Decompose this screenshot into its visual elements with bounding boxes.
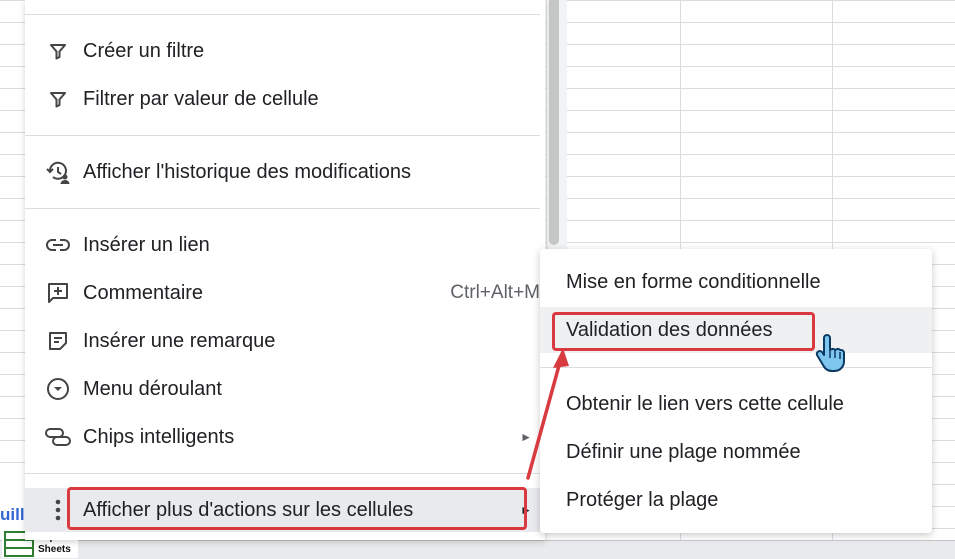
scrollbar-thumb[interactable] bbox=[549, 0, 559, 245]
submenu-separator bbox=[540, 367, 932, 368]
menu-item-label: Insérer un lien bbox=[83, 233, 210, 256]
submenu-item-label: Protéger la plage bbox=[566, 488, 719, 511]
hand-cursor-icon bbox=[814, 334, 846, 379]
comment-shortcut: Ctrl+Alt+M bbox=[450, 282, 540, 303]
context-menu: Créer un filtre Filtrer par valeur de ce… bbox=[25, 0, 545, 540]
filter-icon bbox=[45, 38, 71, 64]
submenu-item-label: Définir une plage nommée bbox=[566, 440, 801, 463]
cell-actions-submenu: Mise en forme conditionnelle Validation … bbox=[540, 249, 932, 533]
menu-item-smart-chips[interactable]: Chips intelligents ► bbox=[25, 415, 540, 459]
comment-add-icon bbox=[45, 280, 71, 306]
menu-item-label: Créer un filtre bbox=[83, 39, 205, 62]
annotation-highlight-box bbox=[67, 487, 527, 530]
annotation-highlight-box bbox=[552, 312, 815, 351]
submenu-arrow-icon: ► bbox=[520, 430, 532, 444]
filter-icon bbox=[45, 86, 71, 112]
chart-fragment: uill bbox=[0, 505, 25, 524]
menu-item-dropdown[interactable]: Menu déroulant bbox=[25, 367, 540, 411]
menu-item-label: Chips intelligents bbox=[83, 425, 235, 448]
submenu-item-define-named-range[interactable]: Définir une plage nommée bbox=[540, 429, 932, 475]
smart-chip-icon bbox=[45, 424, 71, 450]
submenu-item-get-cell-link[interactable]: Obtenir le lien vers cette cellule bbox=[540, 381, 932, 427]
history-icon bbox=[45, 159, 71, 185]
menu-item-label: Filtrer par valeur de cellule bbox=[83, 87, 319, 110]
submenu-item-protect-range[interactable]: Protéger la plage bbox=[540, 477, 932, 523]
menu-item-create-filter[interactable]: Créer un filtre bbox=[25, 29, 540, 73]
logo-line2: Sheets bbox=[38, 543, 71, 555]
sheet-tabs-bar bbox=[0, 540, 955, 559]
menu-item-label: Afficher l'historique des modifications bbox=[83, 160, 412, 183]
menu-item-label: Commentaire bbox=[83, 281, 204, 304]
menu-separator bbox=[25, 135, 540, 136]
submenu-item-label: Obtenir le lien vers cette cellule bbox=[566, 392, 844, 415]
menu-separator bbox=[25, 473, 540, 474]
menu-separator bbox=[25, 208, 540, 209]
menu-item-insert-link[interactable]: Insérer un lien bbox=[25, 223, 540, 267]
link-icon bbox=[45, 232, 71, 258]
submenu-item-conditional-formatting[interactable]: Mise en forme conditionnelle bbox=[540, 259, 932, 305]
menu-item-comment[interactable]: Commentaire Ctrl+Alt+M bbox=[25, 271, 540, 315]
menu-item-edit-history[interactable]: Afficher l'historique des modifications bbox=[25, 150, 540, 194]
note-icon bbox=[45, 328, 71, 354]
menu-item-filter-by-value[interactable]: Filtrer par valeur de cellule bbox=[25, 77, 540, 121]
menu-item-insert-note[interactable]: Insérer une remarque bbox=[25, 319, 540, 363]
submenu-item-label: Mise en forme conditionnelle bbox=[566, 270, 821, 293]
menu-separator bbox=[25, 14, 540, 15]
menu-item-label: Insérer une remarque bbox=[83, 329, 276, 352]
menu-item-label: Menu déroulant bbox=[83, 377, 222, 400]
dropdown-icon bbox=[45, 376, 71, 402]
